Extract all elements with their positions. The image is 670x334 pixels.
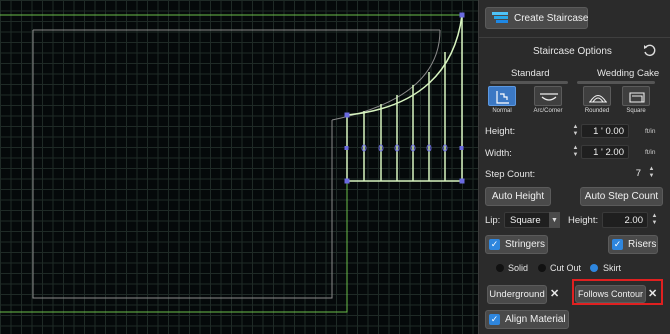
radio-skirt[interactable] bbox=[590, 264, 598, 272]
type-square-label: Square bbox=[626, 108, 646, 114]
canvas-drawing bbox=[0, 12, 465, 313]
follows-contour-button[interactable]: Follows Contour bbox=[575, 285, 646, 303]
auto-height-button[interactable]: Auto Height bbox=[485, 187, 551, 206]
lip-height-stepper[interactable]: ▲ ▼ bbox=[650, 213, 659, 227]
staircase-panel: Create Staircase Staircase Options Stand… bbox=[478, 0, 670, 334]
type-arc-button[interactable] bbox=[534, 86, 562, 106]
corner-handle bbox=[344, 112, 350, 118]
width-field[interactable]: 1 ' 2.00 bbox=[581, 145, 629, 159]
outer-boundary-line bbox=[0, 14, 463, 313]
height-unit: ft/in bbox=[645, 128, 656, 135]
group-wedding-cake-label: Wedding Cake bbox=[597, 68, 660, 79]
panel-divider bbox=[479, 37, 670, 38]
width-stepper[interactable]: ▲ ▼ bbox=[571, 145, 580, 159]
align-material-toggle[interactable]: ✓ Align Material bbox=[485, 310, 569, 329]
auto-step-count-button[interactable]: Auto Step Count bbox=[580, 187, 663, 206]
reset-icon[interactable] bbox=[642, 43, 656, 57]
offset-arc-line bbox=[331, 29, 441, 121]
risers-label: Risers bbox=[628, 239, 657, 250]
underground-button[interactable]: Underground bbox=[487, 285, 547, 304]
type-square-button[interactable] bbox=[622, 86, 650, 106]
lip-label: Lip: bbox=[485, 215, 501, 226]
step-count-field[interactable]: 7 bbox=[611, 166, 645, 180]
type-rounded-button[interactable] bbox=[583, 86, 611, 106]
design-canvas[interactable] bbox=[0, 0, 478, 334]
corner-handle bbox=[344, 178, 350, 184]
type-rounded-label: Rounded bbox=[584, 108, 610, 114]
lip-height-label: Height: bbox=[568, 215, 599, 226]
create-staircase-button[interactable]: Create Staircase bbox=[485, 7, 588, 29]
height-stepper[interactable]: ▲ ▼ bbox=[571, 124, 580, 138]
group-standard-underline bbox=[490, 81, 568, 84]
width-unit: ft/in bbox=[645, 149, 656, 156]
corner-handle bbox=[459, 12, 465, 18]
panel-title: Staircase Options bbox=[533, 46, 612, 57]
radio-skirt-label: Skirt bbox=[603, 263, 621, 273]
radio-cut-out-label: Cut Out bbox=[550, 263, 582, 273]
underground-close-icon[interactable]: ✕ bbox=[550, 287, 559, 300]
follows-contour-close-icon[interactable]: ✕ bbox=[648, 287, 657, 300]
edge-handle bbox=[344, 146, 349, 150]
height-label: Height: bbox=[485, 126, 516, 137]
edge-handle bbox=[459, 146, 464, 150]
align-material-label: Align Material bbox=[505, 314, 566, 325]
rounded-stair-icon bbox=[589, 94, 607, 103]
group-standard-label: Standard bbox=[511, 68, 550, 79]
corner-handle bbox=[459, 178, 465, 184]
step-count-label: Step Count: bbox=[485, 169, 536, 180]
normal-stair-icon bbox=[496, 91, 509, 104]
align-material-checkbox: ✓ bbox=[489, 314, 500, 325]
type-normal-label: Normal bbox=[492, 108, 512, 114]
square-stair-icon bbox=[629, 92, 645, 103]
stringers-label: Stringers bbox=[505, 239, 546, 250]
group-wedding-underline bbox=[577, 81, 655, 84]
risers-checkbox: ✓ bbox=[612, 239, 623, 250]
height-field[interactable]: 1 ' 0.00 bbox=[581, 124, 629, 138]
lip-select-value: Square bbox=[510, 214, 541, 226]
radio-solid-label: Solid bbox=[508, 263, 529, 273]
staircase-icon bbox=[491, 11, 509, 25]
type-arc-label: Arc/Corner bbox=[533, 108, 563, 114]
radio-cut-out[interactable] bbox=[538, 264, 546, 272]
chevron-down-icon[interactable]: ▼ bbox=[549, 212, 560, 228]
type-normal-button[interactable] bbox=[488, 86, 516, 106]
step-count-stepper[interactable]: ▲ ▼ bbox=[647, 166, 656, 180]
lip-height-field[interactable]: 2.00 bbox=[602, 212, 648, 228]
width-label: Width: bbox=[485, 148, 512, 159]
inner-boundary-line bbox=[32, 29, 440, 299]
arc-stair-icon bbox=[540, 93, 558, 101]
radio-solid[interactable] bbox=[496, 264, 504, 272]
risers-toggle[interactable]: ✓ Risers bbox=[608, 235, 658, 254]
stringers-toggle[interactable]: ✓ Stringers bbox=[485, 235, 548, 254]
stringers-checkbox: ✓ bbox=[489, 239, 500, 250]
staircase-shape bbox=[346, 14, 463, 182]
create-staircase-label: Create Staircase bbox=[514, 12, 589, 24]
